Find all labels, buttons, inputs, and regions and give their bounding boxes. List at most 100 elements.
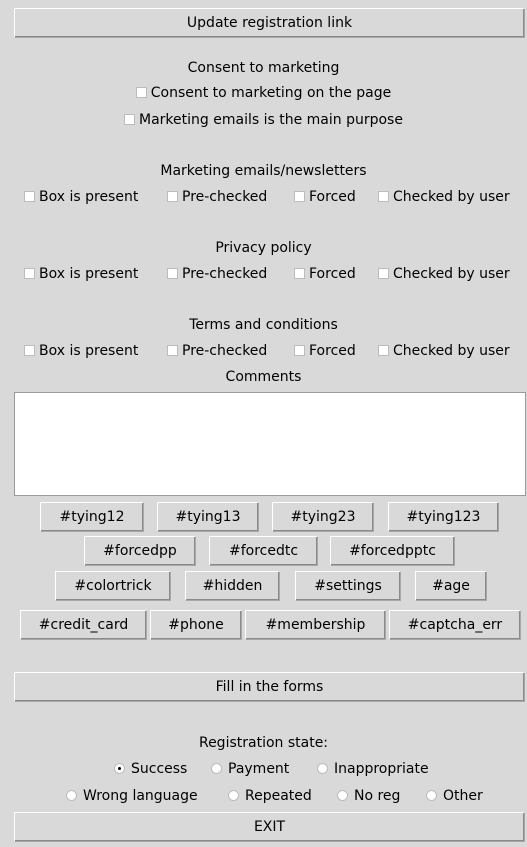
tag-phone-button[interactable]: #phone: [150, 610, 242, 640]
marketing-box-present-label: Box is present: [39, 189, 139, 205]
tag-tying23-button[interactable]: #tying23: [272, 502, 374, 532]
marketing-box-present[interactable]: Box is present: [24, 186, 138, 208]
radio-other-indicator[interactable]: [426, 790, 437, 801]
fill-in-forms-button[interactable]: Fill in the forms: [14, 672, 525, 702]
tag-captcha-err-button[interactable]: #captcha_err: [389, 610, 521, 640]
privacy-prechecked-checkbox[interactable]: [167, 268, 178, 279]
tag-tying13-button[interactable]: #tying13: [157, 502, 259, 532]
terms-checked-by-user-label: Checked by user: [393, 343, 510, 359]
radio-other-label: Other: [443, 788, 483, 804]
marketing-main-purpose-checkbox[interactable]: [124, 114, 136, 125]
terms-prechecked-checkbox[interactable]: [167, 345, 178, 356]
consent-title: Consent to marketing: [187, 60, 340, 76]
terms-forced[interactable]: Forced: [294, 340, 356, 362]
terms-box-present[interactable]: Box is present: [24, 340, 138, 362]
terms-checked-by-user-checkbox[interactable]: [378, 345, 389, 356]
privacy-forced-label: Forced: [309, 266, 356, 282]
tag-settings-button[interactable]: #settings: [295, 571, 401, 601]
marketing-checked-by-user-checkbox[interactable]: [378, 191, 389, 202]
radio-repeated[interactable]: Repeated: [228, 785, 312, 807]
tag-tying23-label: #tying23: [290, 509, 356, 525]
marketing-prechecked-checkbox[interactable]: [167, 191, 178, 202]
tag-captcha-err-label: #captcha_err: [407, 617, 503, 633]
update-registration-link-button[interactable]: Update registration link: [14, 8, 525, 38]
terms-box-present-checkbox[interactable]: [24, 345, 35, 356]
privacy-prechecked-label: Pre-checked: [182, 266, 268, 282]
comments-label: Comments: [225, 369, 302, 385]
consent-on-page-checkbox[interactable]: [135, 87, 147, 98]
privacy-checked-by-user-checkbox[interactable]: [378, 268, 389, 279]
privacy-section-title: Privacy policy: [215, 240, 312, 256]
tag-forcedpptc-button[interactable]: #forcedpptc: [330, 536, 455, 566]
terms-box-present-label: Box is present: [39, 343, 139, 359]
tag-tying123-label: #tying123: [406, 509, 481, 525]
marketing-forced-checkbox[interactable]: [294, 191, 305, 202]
registration-row-2: Wrong language Repeated No reg Other: [0, 785, 527, 807]
tag-colortrick-label: #colortrick: [74, 578, 152, 594]
privacy-box-present-checkbox[interactable]: [24, 268, 35, 279]
radio-wrong-language-label: Wrong language: [83, 788, 198, 804]
consent-on-page-label: Consent to marketing on the page: [150, 85, 392, 101]
radio-repeated-label: Repeated: [245, 788, 312, 804]
privacy-box-present[interactable]: Box is present: [24, 263, 138, 285]
privacy-forced[interactable]: Forced: [294, 263, 356, 285]
marketing-box-present-checkbox[interactable]: [24, 191, 35, 202]
marketing-forced-label: Forced: [309, 189, 356, 205]
radio-repeated-indicator[interactable]: [228, 790, 239, 801]
radio-success-indicator[interactable]: [114, 763, 125, 774]
radio-no-reg-indicator[interactable]: [337, 790, 348, 801]
tag-tying12-button[interactable]: #tying12: [40, 502, 144, 532]
radio-other[interactable]: Other: [426, 785, 483, 807]
tag-age-label: #age: [432, 578, 470, 594]
privacy-prechecked[interactable]: Pre-checked: [167, 263, 267, 285]
tag-colortrick-button[interactable]: #colortrick: [55, 571, 171, 601]
radio-inappropriate-label: Inappropriate: [334, 761, 429, 777]
radio-success[interactable]: Success: [114, 758, 187, 780]
consent-on-page-option[interactable]: Consent to marketing on the page: [0, 82, 527, 104]
terms-forced-label: Forced: [309, 343, 356, 359]
marketing-prechecked-label: Pre-checked: [182, 189, 268, 205]
marketing-forced[interactable]: Forced: [294, 186, 356, 208]
privacy-checked-by-user[interactable]: Checked by user: [378, 263, 510, 285]
tag-credit-card-button[interactable]: #credit_card: [20, 610, 147, 640]
radio-inappropriate[interactable]: Inappropriate: [317, 758, 429, 780]
terms-forced-checkbox[interactable]: [294, 345, 305, 356]
tag-tying123-button[interactable]: #tying123: [388, 502, 499, 532]
privacy-checked-by-user-label: Checked by user: [393, 266, 510, 282]
marketing-checked-by-user-label: Checked by user: [393, 189, 510, 205]
privacy-forced-checkbox[interactable]: [294, 268, 305, 279]
comments-textarea[interactable]: [14, 392, 526, 496]
terms-prechecked-label: Pre-checked: [182, 343, 268, 359]
tag-settings-label: #settings: [314, 578, 382, 594]
registration-row-1: Success Payment Inappropriate: [0, 758, 527, 780]
marketing-checked-by-user[interactable]: Checked by user: [378, 186, 510, 208]
radio-inappropriate-indicator[interactable]: [317, 763, 328, 774]
marketing-section-title: Marketing emails/newsletters: [160, 163, 367, 179]
tag-forcedtc-label: #forcedtc: [228, 543, 299, 559]
terms-checked-by-user[interactable]: Checked by user: [378, 340, 510, 362]
radio-success-label: Success: [131, 761, 188, 777]
tag-forcedtc-button[interactable]: #forcedtc: [209, 536, 318, 566]
fill-in-forms-label: Fill in the forms: [215, 679, 324, 695]
radio-payment-indicator[interactable]: [211, 763, 222, 774]
tag-age-button[interactable]: #age: [415, 571, 487, 601]
tag-membership-button[interactable]: #membership: [245, 610, 386, 640]
privacy-checkbox-row: Box is present Pre-checked Forced Checke…: [0, 263, 527, 285]
tag-forcedpp-button[interactable]: #forcedpp: [84, 536, 196, 566]
marketing-main-purpose-option[interactable]: Marketing emails is the main purpose: [0, 109, 527, 131]
exit-button[interactable]: EXIT: [14, 812, 525, 842]
tag-hidden-button[interactable]: #hidden: [185, 571, 280, 601]
radio-payment[interactable]: Payment: [211, 758, 289, 780]
terms-checkbox-row: Box is present Pre-checked Forced Checke…: [0, 340, 527, 362]
exit-label: EXIT: [253, 819, 286, 835]
radio-no-reg-label: No reg: [354, 788, 401, 804]
radio-wrong-language[interactable]: Wrong language: [66, 785, 198, 807]
radio-wrong-language-indicator[interactable]: [66, 790, 77, 801]
radio-no-reg[interactable]: No reg: [337, 785, 400, 807]
tag-tying13-label: #tying13: [175, 509, 241, 525]
tag-credit-card-label: #credit_card: [38, 617, 129, 633]
terms-prechecked[interactable]: Pre-checked: [167, 340, 267, 362]
marketing-main-purpose-label: Marketing emails is the main purpose: [139, 112, 403, 128]
marketing-checkbox-row: Box is present Pre-checked Forced Checke…: [0, 186, 527, 208]
marketing-prechecked[interactable]: Pre-checked: [167, 186, 267, 208]
